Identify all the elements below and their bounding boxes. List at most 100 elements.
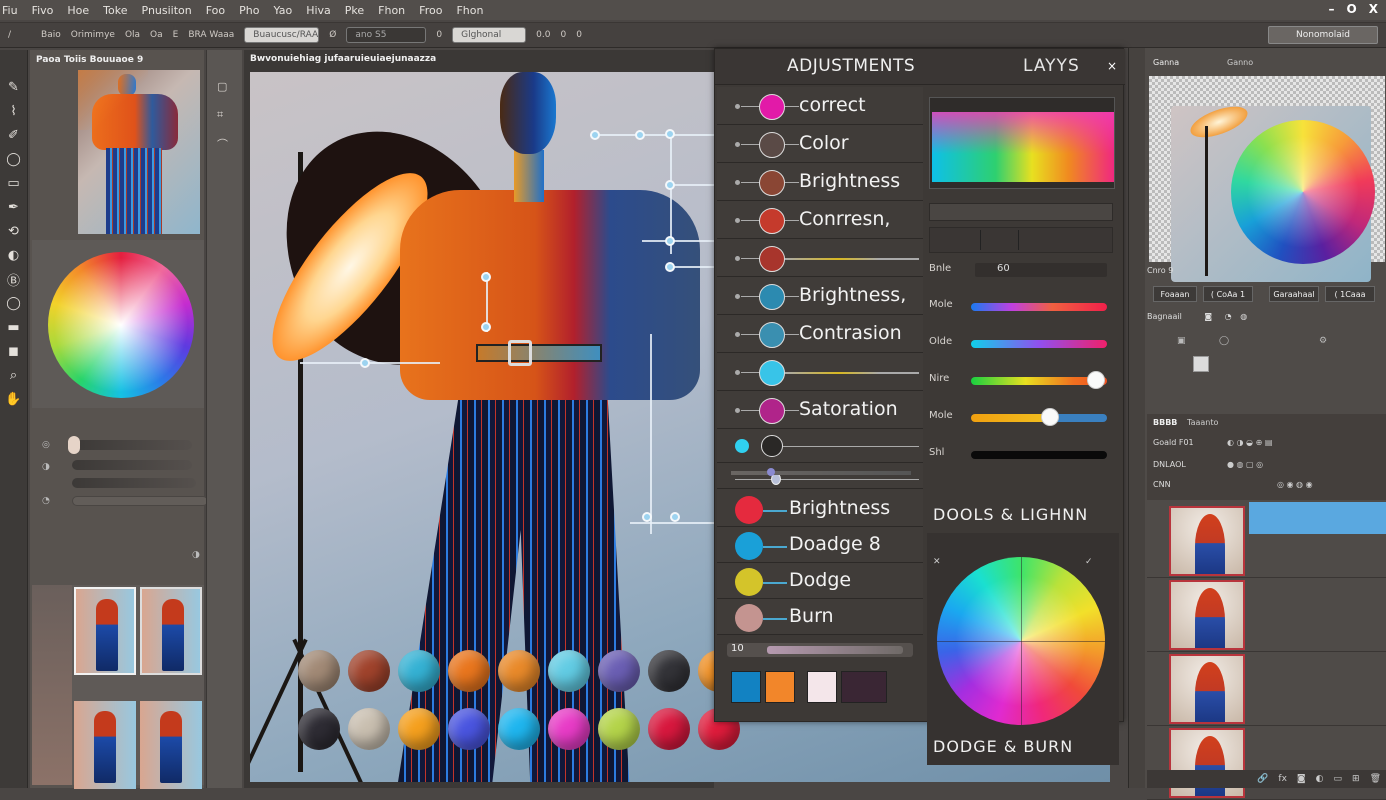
grid-icon[interactable]: ⌗ — [217, 108, 223, 122]
globe-icon[interactable]: ◍ — [1240, 312, 1247, 321]
adjustment-row[interactable] — [717, 353, 923, 391]
visibility-icon[interactable] — [735, 104, 740, 109]
curve-icon[interactable]: ⌒ — [217, 136, 228, 152]
slider-track[interactable] — [72, 440, 192, 450]
color-swatch[interactable] — [765, 671, 795, 703]
color-slider[interactable] — [971, 414, 1107, 422]
dodge-burn-color-wheel[interactable] — [937, 557, 1105, 725]
slider-track[interactable] — [72, 496, 208, 506]
preset-field[interactable]: Buaucusc/RAA — [244, 27, 320, 43]
wheel-check-icon[interactable]: ✓ — [1085, 557, 1093, 567]
menu-item[interactable]: Pnusiiton — [142, 4, 192, 17]
slider-knob[interactable] — [1040, 408, 1059, 426]
guide-node[interactable] — [360, 358, 370, 368]
guide-node[interactable] — [481, 322, 491, 332]
wheel-handle-icon[interactable]: ✕ — [933, 557, 941, 567]
brush-tool-icon[interactable]: ✐ — [5, 126, 23, 144]
adjustment-slider[interactable] — [785, 372, 919, 374]
thumbnail[interactable] — [74, 701, 136, 789]
layer-row[interactable] — [1147, 724, 1386, 800]
menu-item[interactable]: Pke — [345, 4, 364, 17]
fill-tool-icon[interactable]: ◼ — [5, 342, 23, 360]
delete-icon[interactable]: 🗑 — [1370, 774, 1381, 784]
tab-layers[interactable]: BBBB — [1153, 418, 1177, 427]
color-sphere[interactable] — [348, 708, 390, 750]
adjustment-row[interactable]: correct — [717, 87, 923, 125]
guide-node[interactable] — [665, 236, 675, 246]
link-layers-icon[interactable]: 🔗 — [1257, 774, 1268, 784]
color-slider[interactable] — [971, 303, 1107, 311]
color-sphere[interactable] — [598, 708, 640, 750]
workspace-button[interactable]: Nonomolaid — [1268, 26, 1378, 44]
color-swatch[interactable] — [841, 671, 887, 703]
fill-row[interactable]: CNN — [1153, 480, 1171, 489]
layer-row[interactable] — [1147, 650, 1386, 726]
panel-button[interactable]: Foaaan — [1153, 286, 1197, 302]
color-wheel[interactable] — [48, 252, 194, 398]
lock-row[interactable]: DNLAOL — [1153, 460, 1186, 469]
guide-node[interactable] — [665, 180, 675, 190]
visibility-icon[interactable] — [735, 294, 740, 299]
guide-node[interactable] — [481, 272, 491, 282]
option-value[interactable]: 0 — [576, 30, 582, 40]
document-tab[interactable]: Bwvonuiehiag jufaaruieuiaejunaazza — [250, 54, 436, 64]
lock-icons[interactable]: ● ◍ ▢ ◎ — [1227, 460, 1263, 469]
visibility-icon[interactable] — [735, 180, 740, 185]
guide-node[interactable] — [590, 130, 600, 140]
tab-navigator-2[interactable]: Ganno — [1227, 58, 1253, 67]
option-label[interactable]: Baio — [41, 30, 61, 40]
settings-icon[interactable]: ⚙ — [1319, 336, 1327, 346]
color-slider[interactable] — [971, 451, 1107, 459]
mask-icon[interactable]: ▣ — [1177, 336, 1186, 346]
mask-icon[interactable]: ◙ — [1297, 774, 1306, 784]
slider-track[interactable] — [731, 471, 911, 475]
property-bar[interactable] — [929, 203, 1113, 221]
close-button[interactable]: X — [1369, 2, 1378, 16]
move-tool-icon[interactable]: ✎ — [5, 78, 23, 96]
adjustment-slider[interactable] — [785, 258, 919, 260]
type-tool-icon[interactable]: Ⓑ — [5, 270, 23, 289]
new-layer-icon[interactable]: ⊞ — [1352, 774, 1360, 784]
maximize-button[interactable]: O — [1347, 2, 1357, 16]
visibility-icon[interactable] — [735, 332, 740, 337]
tab-layers[interactable]: LAYYS — [1023, 56, 1080, 76]
color-slider[interactable] — [971, 340, 1107, 348]
color-sphere[interactable] — [548, 708, 590, 750]
dodge-tool-icon[interactable]: ◐ — [5, 246, 23, 264]
eraser-tool-icon[interactable]: ▬ — [5, 318, 23, 336]
link-icon[interactable]: ◔ — [1225, 312, 1232, 321]
menu-item[interactable]: Hiva — [306, 4, 331, 17]
shape-tool-icon[interactable]: ◯ — [5, 294, 23, 312]
guide-node[interactable] — [642, 512, 652, 522]
color-sphere[interactable] — [398, 708, 440, 750]
color-swatch[interactable] — [807, 671, 837, 703]
value-field[interactable]: 60 — [975, 263, 1107, 277]
adjustment-row[interactable]: Brightness, — [717, 277, 923, 315]
option-value[interactable]: 0 — [560, 30, 566, 40]
property-segmented-control[interactable] — [929, 227, 1113, 253]
color-sphere[interactable] — [398, 650, 440, 692]
color-sphere[interactable] — [298, 708, 340, 750]
adjustment-row[interactable]: Contrasion — [717, 315, 923, 353]
color-sphere[interactable] — [648, 708, 690, 750]
color-sphere[interactable] — [348, 650, 390, 692]
panel-button[interactable]: Garaahaal — [1269, 286, 1319, 302]
thumbnail[interactable] — [140, 701, 202, 789]
color-sphere[interactable] — [448, 650, 490, 692]
size-field[interactable]: ano S5 — [346, 27, 427, 43]
dodge-burn-row[interactable]: Brightness — [717, 491, 923, 527]
visibility-icon[interactable] — [735, 408, 740, 413]
lock-icon[interactable]: ◙ — [1204, 312, 1212, 321]
slider-handle[interactable] — [767, 468, 775, 476]
option-label[interactable]: Ola — [125, 30, 140, 40]
folder-icon[interactable]: ▭ — [1334, 774, 1343, 784]
history-icon[interactable]: ▢ — [217, 80, 227, 93]
color-sphere[interactable] — [598, 650, 640, 692]
reference-photo[interactable] — [78, 70, 200, 234]
color-swatch[interactable] — [731, 671, 761, 703]
size-toggle[interactable]: 0 — [436, 30, 442, 40]
guide-node[interactable] — [635, 130, 645, 140]
close-icon[interactable]: × — [1107, 59, 1117, 73]
tab-adjustments[interactable]: ADJUSTMENTS — [787, 56, 915, 76]
option-value[interactable]: 0.0 — [536, 30, 550, 40]
